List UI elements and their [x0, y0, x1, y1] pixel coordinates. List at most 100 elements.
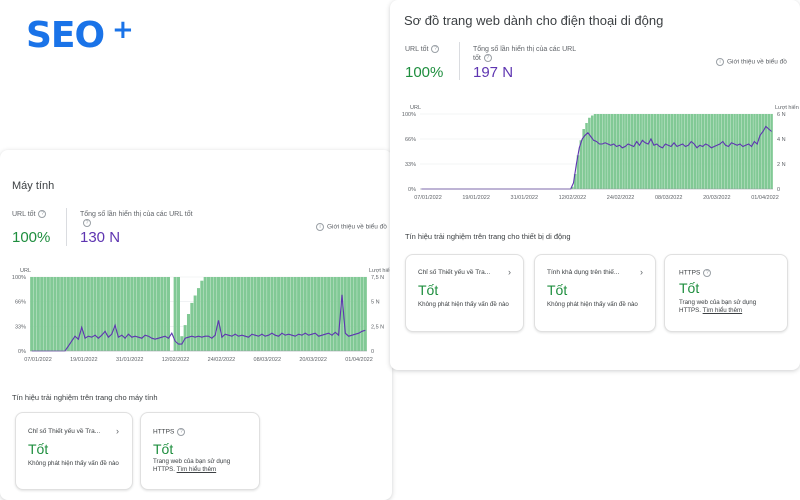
- x-tick-label: 19/01/2022: [70, 357, 98, 363]
- bar: [753, 114, 756, 189]
- x-tick-label: 19/01/2022: [462, 195, 490, 201]
- bar: [616, 114, 620, 189]
- learn-more-link[interactable]: Tìm hiểu thêm: [703, 307, 743, 314]
- bar: [613, 114, 617, 189]
- bar: [153, 277, 157, 351]
- help-icon[interactable]: ?: [177, 428, 186, 436]
- bar: [727, 114, 731, 189]
- bar: [66, 277, 70, 351]
- bar: [283, 277, 287, 351]
- mobile-chart-intro-link[interactable]: i Giới thiệu về biểu đồ: [716, 58, 787, 66]
- desktop-chart-intro-link[interactable]: i Giới thiệu về biểu đồ: [316, 223, 387, 231]
- bar: [260, 277, 264, 351]
- bar: [73, 277, 77, 351]
- bar: [747, 114, 751, 189]
- learn-more-link[interactable]: Tìm hiểu thêm: [177, 466, 217, 473]
- card-title: HTTPS?: [679, 269, 712, 277]
- bar: [110, 277, 114, 351]
- mobile-good-url-label: URL tốt?: [405, 45, 440, 54]
- bar: [40, 277, 44, 351]
- card-status: Tốt: [153, 441, 174, 457]
- bar: [280, 277, 284, 351]
- y-axis-title: URL: [410, 105, 421, 111]
- bar: [682, 114, 685, 189]
- bar: [240, 277, 244, 351]
- bar: [100, 277, 104, 351]
- card-status: Tốt: [28, 441, 49, 457]
- x-tick-label: 01/04/2022: [345, 357, 373, 363]
- card-title: Chỉ số Thiết yếu về Tra...: [28, 428, 101, 435]
- bar: [593, 114, 597, 189]
- chevron-right-icon[interactable]: ›: [640, 267, 643, 277]
- bar: [693, 114, 696, 189]
- y-tick-label: 100%: [12, 275, 26, 281]
- bar: [217, 277, 221, 351]
- help-icon[interactable]: ?: [431, 45, 440, 54]
- bar: [133, 277, 137, 351]
- bar: [670, 114, 674, 189]
- bar: [243, 277, 247, 351]
- bar: [599, 114, 603, 189]
- mobile-title: Sơ đồ trang web dành cho điện thoại di đ…: [404, 13, 664, 28]
- desktop-good-url-value: 100%: [12, 229, 51, 246]
- bar: [220, 277, 224, 351]
- help-icon[interactable]: ?: [83, 219, 91, 228]
- mobile-chart: URL Lượt hiển thị 100% 6 N 66% 4 N 33% 2 N 0% 0 07…: [402, 104, 800, 201]
- bar: [633, 114, 637, 189]
- chevron-right-icon[interactable]: ›: [508, 267, 511, 277]
- mobile-card-core-web-vitals[interactable]: Chỉ số Thiết yếu về Tra... › Tốt Không p…: [405, 254, 524, 332]
- help-icon[interactable]: ?: [483, 54, 492, 63]
- y-tick-label: 0%: [408, 187, 416, 193]
- desktop-card-core-web-vitals[interactable]: Chỉ số Thiết yếu về Tra... › Tốt Không p…: [15, 412, 133, 490]
- bar: [608, 114, 611, 189]
- x-tick-label: 07/01/2022: [414, 195, 442, 201]
- bar: [327, 277, 331, 351]
- bar: [690, 114, 694, 189]
- card-status: Tốt: [679, 280, 700, 296]
- bar: [267, 277, 271, 351]
- bar: [230, 277, 234, 351]
- bar: [317, 277, 321, 351]
- bar: [310, 277, 314, 351]
- bar: [738, 114, 742, 189]
- mobile-card-mobile-usability[interactable]: Tính khả dụng trên thiế... › Tốt Không p…: [534, 254, 656, 332]
- bar: [676, 114, 679, 189]
- bar: [190, 302, 194, 351]
- mobile-signals-title: Tín hiệu trải nghiệm trên trang cho thiế…: [405, 232, 571, 241]
- bar: [639, 114, 642, 189]
- bar: [596, 114, 600, 189]
- mobile-card-https: HTTPS? Tốt Trang web của bạn sử dụng HTT…: [664, 254, 788, 332]
- bar: [724, 114, 728, 189]
- bar: [263, 277, 267, 351]
- chevron-right-icon[interactable]: ›: [116, 426, 119, 436]
- bar: [313, 277, 317, 351]
- mobile-good-url-value: 100%: [405, 64, 444, 81]
- card-status: Tốt: [547, 282, 568, 298]
- bar: [756, 114, 759, 189]
- help-icon[interactable]: ?: [703, 269, 712, 277]
- bar: [30, 277, 34, 351]
- help-icon[interactable]: ?: [38, 210, 47, 219]
- bar: [80, 277, 84, 351]
- card-description: Không phát hiện thấy vấn đề nào: [547, 301, 638, 308]
- card-description: Trang web của bạn sử dụng HTTPS. Tìm hiể…: [679, 299, 757, 314]
- card-status: Tốt: [418, 282, 439, 298]
- metric-divider: [459, 42, 460, 80]
- bar: [250, 277, 254, 351]
- bar: [46, 277, 50, 351]
- bar: [160, 277, 164, 351]
- bar: [664, 114, 668, 189]
- bar: [233, 277, 237, 351]
- bar: [627, 114, 631, 189]
- bar: [297, 277, 301, 351]
- bar: [764, 114, 768, 189]
- bar: [636, 114, 640, 189]
- bar: [270, 277, 274, 351]
- desktop-card-https: HTTPS? Tốt Trang web của bạn sử dụng HTT…: [140, 412, 260, 490]
- bar: [86, 277, 90, 351]
- bar: [146, 277, 150, 351]
- bar: [330, 277, 334, 351]
- bar: [150, 277, 154, 351]
- card-description: Không phát hiện thấy vấn đề nào: [418, 301, 509, 308]
- bar: [741, 114, 745, 189]
